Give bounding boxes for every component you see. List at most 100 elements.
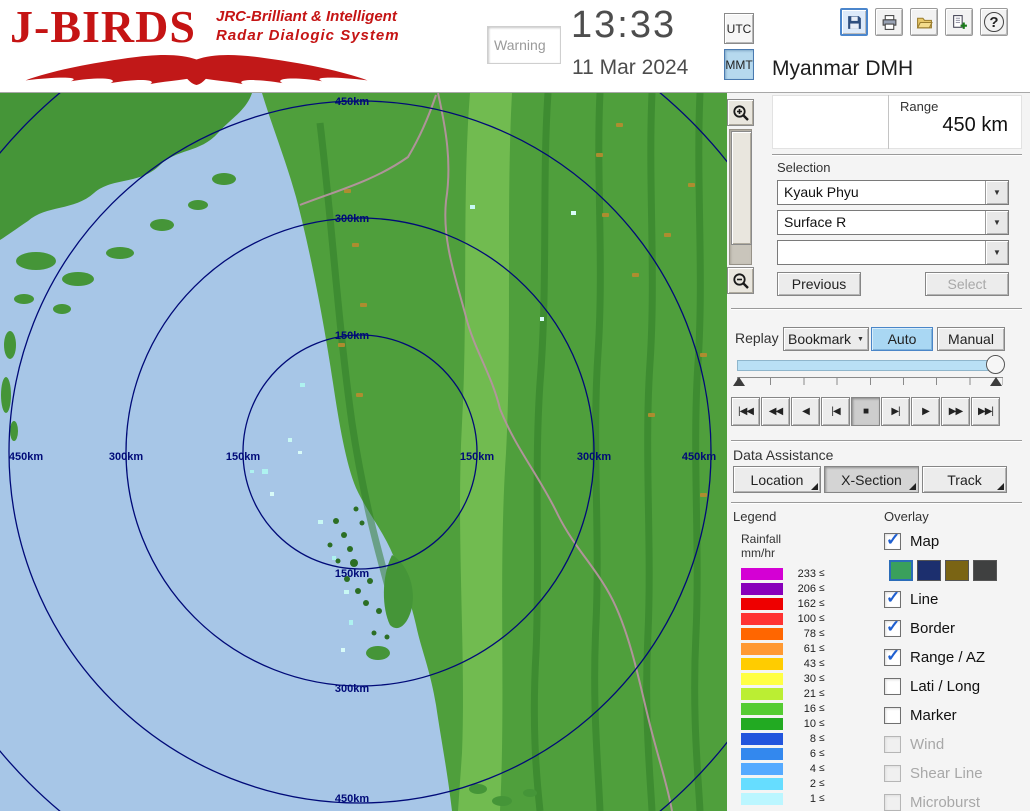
- legend-suffix: ≤: [819, 718, 825, 729]
- timeline-end-marker[interactable]: [990, 377, 1002, 386]
- playback-play-button[interactable]: ▶: [911, 397, 940, 426]
- legend-row: 100≤: [741, 611, 825, 626]
- print-icon[interactable]: [875, 8, 903, 36]
- open-folder-icon[interactable]: [910, 8, 938, 36]
- checkbox[interactable]: [884, 678, 901, 695]
- range-ring-label: 150km: [460, 451, 494, 463]
- range-value: 450 km: [880, 114, 1008, 137]
- legend-suffix: ≤: [819, 703, 825, 714]
- range-ring-label: 300km: [577, 451, 611, 463]
- map-style-olive[interactable]: [945, 560, 969, 581]
- select-button[interactable]: Select: [925, 272, 1009, 296]
- legend-value: 10: [790, 718, 816, 730]
- map-style-dark[interactable]: [973, 560, 997, 581]
- range-ring-label: 150km: [335, 330, 369, 342]
- location-button[interactable]: Location: [733, 466, 821, 493]
- playback-fast-forward-button[interactable]: ▶▶: [941, 397, 970, 426]
- x-section-button[interactable]: X-Section: [824, 466, 919, 493]
- legend-value: 233: [790, 568, 816, 580]
- site-dropdown[interactable]: Kyauk Phyu ▼: [777, 180, 1009, 205]
- playback-step-back-button[interactable]: |◀: [821, 397, 850, 426]
- overlay-item-map[interactable]: ✓Map: [884, 527, 1030, 556]
- playback-step-forward-button[interactable]: ▶|: [881, 397, 910, 426]
- legend-color-swatch: [741, 568, 783, 580]
- divider: [772, 154, 1022, 156]
- timeline-start-marker[interactable]: [733, 377, 745, 386]
- range-ring-label: 150km: [335, 568, 369, 580]
- timezone-utc-button[interactable]: UTC: [724, 13, 754, 44]
- legend-value: 1: [790, 793, 816, 805]
- legend-value: 16: [790, 703, 816, 715]
- help-icon[interactable]: ?: [980, 8, 1008, 36]
- playback-stop-button[interactable]: ■: [851, 397, 880, 426]
- playback-skip-to-start-button[interactable]: |◀◀: [731, 397, 760, 426]
- legend-row: 206≤: [741, 581, 825, 596]
- zoom-slider[interactable]: [729, 129, 752, 265]
- warning-label: Warning: [494, 37, 546, 53]
- selection-label: Selection: [777, 160, 830, 175]
- legend-color-swatch: [741, 598, 783, 610]
- playback-fast-rewind-button[interactable]: ◀◀: [761, 397, 790, 426]
- track-button[interactable]: Track: [922, 466, 1007, 493]
- legend-unit-2: mm/hr: [741, 546, 775, 560]
- checkbox[interactable]: ✓: [884, 533, 901, 550]
- checkbox[interactable]: ✓: [884, 620, 901, 637]
- legend-row: 61≤: [741, 641, 825, 656]
- legend-suffix: ≤: [819, 628, 825, 639]
- option-dropdown[interactable]: ▼: [777, 240, 1009, 265]
- map-style-terrain[interactable]: [889, 560, 913, 581]
- legend-color-swatch: [741, 748, 783, 760]
- overlay-item-range-az[interactable]: ✓Range / AZ: [884, 643, 1030, 672]
- overlay-item-lati-long[interactable]: Lati / Long: [884, 672, 1030, 701]
- cheduba-island: [366, 646, 390, 660]
- playback-skip-to-end-button[interactable]: ▶▶|: [971, 397, 1000, 426]
- save-icon[interactable]: [840, 8, 868, 36]
- legend-row: 4≤: [741, 761, 825, 776]
- corner-handle-icon: [909, 483, 916, 490]
- checkbox: [884, 794, 901, 811]
- product-dropdown[interactable]: Surface R ▼: [777, 210, 1009, 235]
- legend-value: 4: [790, 763, 816, 775]
- logo-subtitle-1: JRC-Brilliant & Intelligent: [216, 8, 397, 25]
- zoom-out-button[interactable]: [727, 267, 754, 294]
- legend-color-swatch: [741, 583, 783, 595]
- zoom-slider-thumb[interactable]: [731, 131, 752, 245]
- divider: [731, 440, 1022, 442]
- replay-timeline[interactable]: [737, 360, 1003, 371]
- legend-row: 78≤: [741, 626, 825, 641]
- bookmark-button[interactable]: Bookmark ▼: [783, 327, 869, 351]
- overlay-item-marker[interactable]: Marker: [884, 701, 1030, 730]
- playback-play-reverse-button[interactable]: ◀: [791, 397, 820, 426]
- range-ring-label: 450km: [682, 451, 716, 463]
- replay-mode-auto-button[interactable]: Auto: [871, 327, 933, 351]
- checkbox[interactable]: [884, 707, 901, 724]
- chevron-down-icon[interactable]: ▼: [985, 181, 1008, 204]
- timezone-mmt-button[interactable]: MMT: [724, 49, 754, 80]
- clock-time: 13:33: [571, 4, 676, 47]
- overlay-item-label: Lati / Long: [910, 678, 980, 695]
- check-icon: ✓: [886, 588, 900, 608]
- replay-mode-manual-button[interactable]: Manual: [937, 327, 1005, 351]
- chevron-down-icon[interactable]: ▼: [985, 211, 1008, 234]
- map-style-blue[interactable]: [917, 560, 941, 581]
- legend-value: 162: [790, 598, 816, 610]
- replay-timeline-knob[interactable]: [986, 355, 1005, 374]
- track-label: Track: [947, 472, 981, 488]
- checkbox[interactable]: ✓: [884, 591, 901, 608]
- previous-button[interactable]: Previous: [777, 272, 861, 296]
- overlay-item-line[interactable]: ✓Line: [884, 585, 1030, 614]
- radar-map-canvas[interactable]: 450km300km150km150km300km450km450km300km…: [0, 93, 727, 811]
- overlay-item-border[interactable]: ✓Border: [884, 614, 1030, 643]
- zoom-in-button[interactable]: [727, 99, 754, 126]
- export-icon[interactable]: [945, 8, 973, 36]
- chevron-down-icon[interactable]: ▼: [985, 241, 1008, 264]
- checkbox: [884, 736, 901, 753]
- legend-value: 21: [790, 688, 816, 700]
- legend-value: 61: [790, 643, 816, 655]
- range-ring-label: 450km: [9, 451, 43, 463]
- legend-color-swatch: [741, 793, 783, 805]
- checkbox[interactable]: ✓: [884, 649, 901, 666]
- legend-color-swatch: [741, 763, 783, 775]
- radar-map[interactable]: 450km300km150km150km300km450km450km300km…: [0, 93, 727, 811]
- replay-mode-toggle: AutoManual: [871, 327, 1005, 351]
